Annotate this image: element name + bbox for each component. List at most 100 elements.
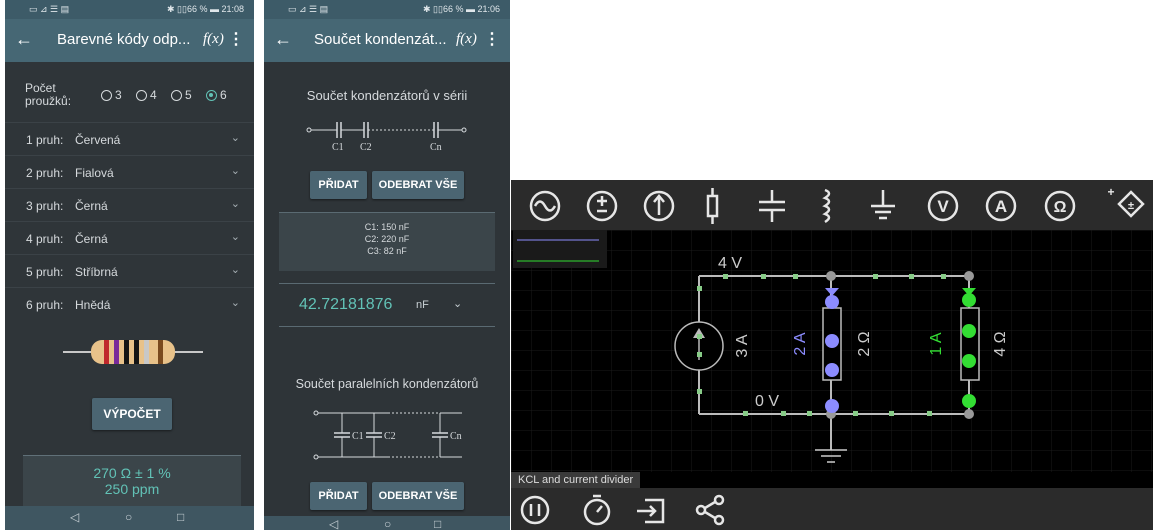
circuit-canvas[interactable]: 4 V 0 V 3 A 2 A 2 Ω 1 A 4 Ω [511,230,1153,472]
add-component-glyph: ± [1128,200,1134,212]
inductor-icon[interactable] [822,188,831,224]
chevron-down-icon: ⌄ [230,165,240,177]
pause-icon[interactable] [520,495,550,525]
formula-icon[interactable]: f(x) [456,31,477,48]
band-label: 6 pruh: [26,298,64,312]
band-select-2[interactable]: 2 pruh: Fialová ⌄ [5,155,254,189]
node-bottom-voltage: 0 V [755,393,779,410]
radio-circle [171,89,182,101]
node-top-voltage: 4 V [718,255,742,272]
app-toolbar: ← Barevné kódy odp... f(x) ⋮ [5,19,254,62]
more-options-icon[interactable]: ⋮ [228,29,244,49]
formula-icon[interactable]: f(x) [203,31,224,48]
band-label: 2 pruh: [26,166,64,180]
share-icon[interactable] [695,494,725,526]
band-value: Fialová [75,166,114,180]
chevron-down-icon: ⌄ [230,132,240,144]
result-tempco: 250 ppm [104,481,160,497]
branch-1-current-label: 2 A [792,332,809,355]
ohmmeter-glyph: Ω [1054,199,1067,216]
list-item: C2: 220 nF [364,234,410,244]
branch-2-resistance-label: 4 Ω [992,331,1009,356]
radio-stripes-5[interactable]: 5 [171,88,192,102]
dc-voltage-source-icon[interactable] [586,190,618,222]
back-arrow-icon[interactable]: ← [274,29,292,50]
parallel-heading: Součet paralelních kondenzátorů [295,377,479,391]
calculate-button[interactable]: VÝPOČET [92,398,172,430]
scope-panel [513,230,607,268]
resistor-4-ohm[interactable] [960,307,980,381]
unit-select[interactable]: nF [416,299,429,311]
band-value: Červená [75,133,121,147]
component-toolbar: V A Ω ± + [511,180,1153,230]
nav-recents-icon[interactable]: □ [177,510,184,524]
remove-all-button[interactable]: ODEBRAT VŠE [372,171,464,199]
capacitor-sum-screen: ▭ ⊿ ☰ ▤ ✱ ▯▯66 % ▬ 21:06 ← Součet konden… [264,0,510,530]
chevron-down-icon: ⌄ [230,297,240,309]
import-icon[interactable] [637,498,665,524]
cap-label-cn: Cn [450,431,462,442]
cap-label-c1: C1 [352,431,364,442]
remove-all-button-parallel[interactable]: ODEBRAT VŠE [372,482,464,510]
band-select-6[interactable]: 6 pruh: Hnědá ⌄ [5,287,254,321]
radio-stripes-4[interactable]: 4 [136,88,157,102]
stripe-count-row: Počet proužků: 3 4 5 6 [5,62,254,114]
band-select-3[interactable]: 3 pruh: Černá ⌄ [5,188,254,222]
plus-icon: + [1107,185,1114,199]
add-button[interactable]: PŘIDAT [310,171,367,199]
resistor-band-4 [134,340,139,364]
cap-label-cn: Cn [430,142,442,152]
band-select-1[interactable]: 1 pruh: Červená ⌄ [5,122,254,156]
cap-label-c2: C2 [360,142,372,152]
terminal [461,127,467,133]
resistor-band-5 [144,340,149,364]
band-label: 4 pruh: [26,232,64,246]
simulator-bottom-bar [511,488,1153,530]
resistor-band-1 [104,340,109,364]
radio-circle-selected [206,89,217,101]
ac-source-icon[interactable] [529,190,561,222]
nav-back-icon[interactable]: ◁ [329,517,338,530]
radio-label: 5 [185,88,192,102]
timer-icon[interactable] [583,494,611,526]
more-options-icon[interactable]: ⋮ [484,29,500,49]
radio-stripes-6[interactable]: 6 [206,88,227,102]
system-nav-bar: ◁ ○ □ [264,516,510,530]
radio-stripes-3[interactable]: 3 [101,88,122,102]
band-select-5[interactable]: 5 pruh: Stříbrná ⌄ [5,254,254,288]
band-value: Hnědá [75,298,111,312]
band-label: 5 pruh: [26,265,64,279]
cap-label-c1: C1 [332,142,344,152]
nav-home-icon[interactable]: ○ [384,517,391,530]
back-arrow-icon[interactable]: ← [15,29,33,50]
ground-icon[interactable] [871,190,895,220]
band-value: Černá [75,199,108,213]
nav-home-icon[interactable]: ○ [125,510,132,524]
page-title: Součet kondenzát... [314,31,447,48]
current-source-icon[interactable] [643,190,675,222]
add-button-parallel[interactable]: PŘIDAT [310,482,367,510]
resistor-band-3 [124,340,129,364]
resistor-illustration [63,340,203,364]
band-select-4[interactable]: 4 pruh: Černá ⌄ [5,221,254,255]
resistor-color-code-screen: ▭ ⊿ ☰ ▤ ✱ ▯▯66 % ▬ 21:08 ← Barevné kódy … [5,0,254,530]
band-value: Stříbrná [75,265,118,279]
resistor-band-2 [114,340,119,364]
nav-back-icon[interactable]: ◁ [70,510,79,524]
result-resistance: 270 Ω ± 1 % [93,465,171,481]
series-capacitor-diagram: C1 C2 Cn [306,122,467,152]
result-row: 42.72181876 nF ⌄ [279,283,495,327]
resistor-icon[interactable] [706,188,719,224]
component-toolbar-icons: V A Ω ± + [529,185,1145,224]
result-panel: 270 Ω ± 1 % 250 ppm [23,455,241,508]
circuit-simulator: V A Ω ± + 4 V 0 V 3 A 2 A 2 Ω 1 A 4 Ω KC… [511,180,1153,530]
cap-label-c2: C2 [384,431,396,442]
nav-recents-icon[interactable]: □ [434,517,441,530]
status-icons-left: ▭ ⊿ ☰ ▤ [29,4,70,14]
radio-label: 4 [150,88,157,102]
page-title: Barevné kódy odp... [57,31,191,48]
capacitor-icon[interactable] [759,190,785,222]
stripe-count-label: Počet proužků: [25,81,72,108]
status-bar: ▭ ⊿ ☰ ▤ ✱ ▯▯66 % ▬ 21:08 [5,0,254,19]
app-toolbar: ← Součet kondenzát... f(x) ⋮ [264,19,510,62]
